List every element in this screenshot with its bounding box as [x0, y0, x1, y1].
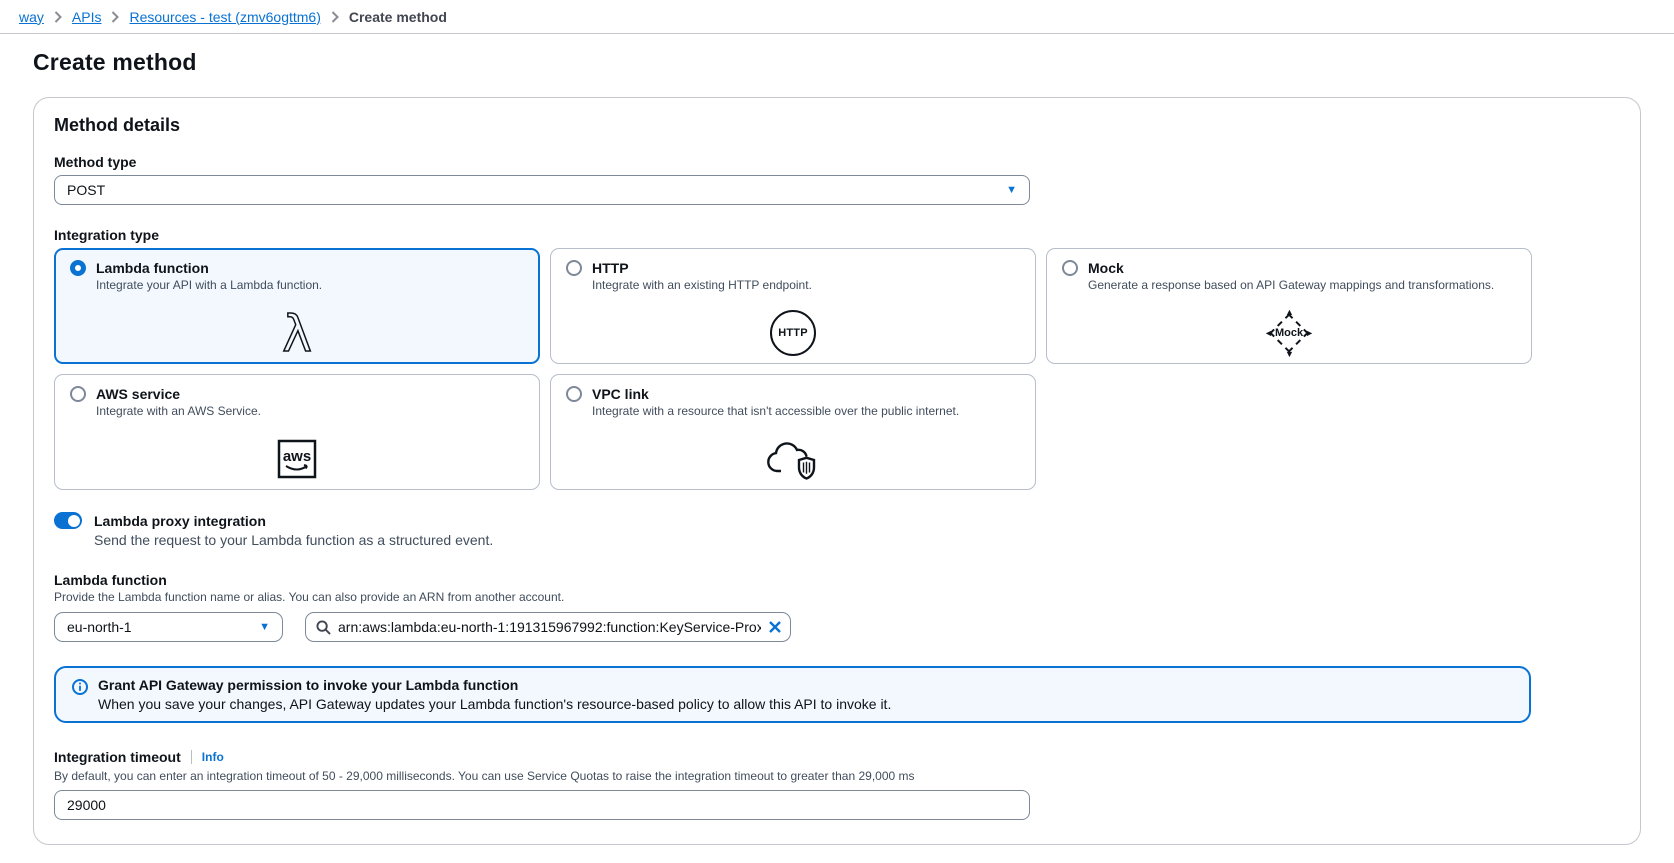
lambda-proxy-toggle[interactable]: [54, 512, 82, 529]
clear-input-icon[interactable]: [768, 620, 782, 634]
tile-lambda-function[interactable]: Lambda function Integrate your API with …: [54, 248, 540, 364]
search-icon: [316, 620, 331, 635]
lambda-icon: λ: [282, 309, 312, 359]
region-value: eu-north-1: [67, 619, 132, 635]
breadcrumb-link-apis[interactable]: APIs: [72, 9, 102, 25]
method-type-select[interactable]: POST ▼: [54, 175, 1030, 205]
method-details-card: Method details Method type POST ▼ Integr…: [33, 97, 1641, 845]
tile-title: VPC link: [592, 386, 649, 402]
chevron-right-icon: [54, 11, 62, 23]
breadcrumb-link-resources[interactable]: Resources - test (zmv6ogttm6): [129, 9, 320, 25]
info-icon: [72, 679, 88, 695]
tile-title: AWS service: [96, 386, 180, 402]
http-icon: HTTP: [770, 310, 816, 356]
chevron-right-icon: [331, 11, 339, 23]
lambda-function-label: Lambda function: [54, 572, 1620, 588]
region-select[interactable]: eu-north-1 ▼: [54, 612, 283, 642]
method-type-value: POST: [67, 182, 105, 198]
radio-mock[interactable]: [1062, 260, 1078, 276]
chevron-down-icon: ▼: [259, 622, 270, 633]
method-type-label: Method type: [54, 154, 1620, 170]
tile-title: Mock: [1088, 260, 1124, 276]
tile-description: Integrate your API with a Lambda functio…: [96, 278, 524, 292]
breadcrumb-current: Create method: [349, 9, 447, 25]
radio-http[interactable]: [566, 260, 582, 276]
tile-title: HTTP: [592, 260, 629, 276]
mock-icon: Mock ◄► ▲▼: [1266, 310, 1312, 356]
chevron-down-icon: ▼: [1006, 185, 1017, 196]
lambda-arn-input[interactable]: [338, 619, 761, 635]
vpc-link-icon: [765, 436, 821, 482]
svg-text:aws: aws: [283, 448, 311, 465]
tile-description: Integrate with a resource that isn't acc…: [592, 404, 1020, 418]
alert-body: When you save your changes, API Gateway …: [98, 696, 891, 712]
integration-timeout-label: Integration timeout: [54, 749, 181, 765]
lambda-proxy-label: Lambda proxy integration: [94, 513, 266, 529]
integration-type-label: Integration type: [54, 227, 1620, 243]
chevron-right-icon: [111, 11, 119, 23]
radio-aws-service[interactable]: [70, 386, 86, 402]
lambda-function-helper: Provide the Lambda function name or alia…: [54, 590, 1620, 604]
aws-icon: aws: [274, 436, 320, 482]
permission-info-alert: Grant API Gateway permission to invoke y…: [54, 666, 1531, 723]
tile-mock[interactable]: Mock Generate a response based on API Ga…: [1046, 248, 1532, 364]
integration-timeout-input[interactable]: [54, 790, 1030, 820]
radio-vpc-link[interactable]: [566, 386, 582, 402]
integration-timeout-helper: By default, you can enter an integration…: [54, 769, 1620, 783]
page-title: Create method: [33, 49, 1641, 76]
tile-description: Generate a response based on API Gateway…: [1088, 278, 1516, 292]
radio-lambda-function[interactable]: [70, 260, 86, 276]
integration-type-tiles: Lambda function Integrate your API with …: [54, 248, 1620, 490]
info-link[interactable]: Info: [202, 750, 224, 764]
tile-title: Lambda function: [96, 260, 209, 276]
breadcrumb: way APIs Resources - test (zmv6ogttm6) C…: [0, 0, 1674, 34]
tile-vpc-link[interactable]: VPC link Integrate with a resource that …: [550, 374, 1036, 490]
alert-title: Grant API Gateway permission to invoke y…: [98, 677, 891, 693]
label-divider: [191, 750, 192, 764]
breadcrumb-link-gateway[interactable]: way: [19, 9, 44, 25]
tile-description: Integrate with an AWS Service.: [96, 404, 524, 418]
tile-http[interactable]: HTTP Integrate with an existing HTTP end…: [550, 248, 1036, 364]
tile-aws-service[interactable]: AWS service Integrate with an AWS Servic…: [54, 374, 540, 490]
card-heading: Method details: [54, 115, 1620, 136]
lambda-proxy-description: Send the request to your Lambda function…: [94, 532, 1620, 548]
tile-description: Integrate with an existing HTTP endpoint…: [592, 278, 1020, 292]
lambda-arn-field: [305, 612, 791, 642]
